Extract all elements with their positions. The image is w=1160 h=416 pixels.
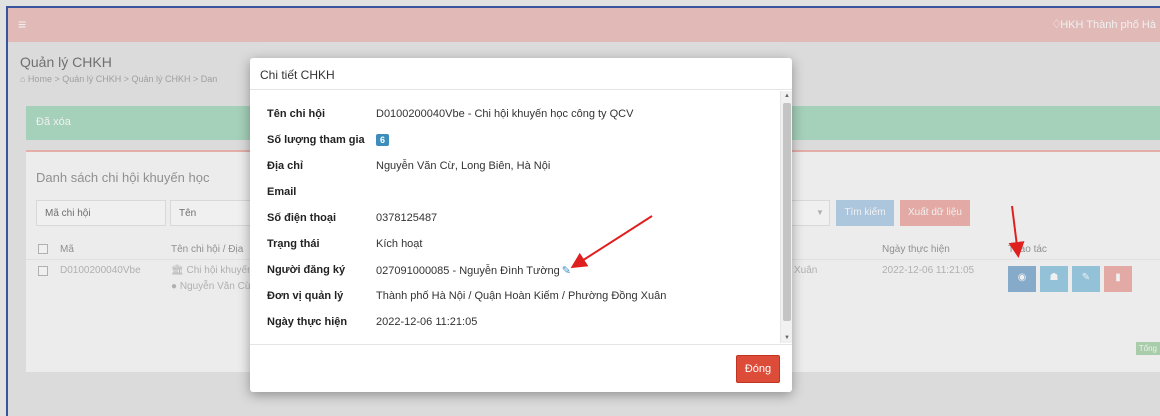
count-badge: 6 xyxy=(376,134,390,146)
scroll-up-icon[interactable]: ▲ xyxy=(784,93,790,99)
registrant-value: 027091000085 - Nguyễn Đình Tường xyxy=(376,265,560,277)
modal-title: Chi tiết CHKH xyxy=(250,58,792,90)
detail-modal: Chi tiết CHKH Tên chi hội D0100200040Vbe… xyxy=(250,58,792,392)
modal-body: Tên chi hội D0100200040Vbe - Chi hội khu… xyxy=(267,108,667,328)
close-button[interactable]: Đóng xyxy=(736,355,780,383)
modal-scrollbar[interactable]: ▲ ▼ xyxy=(780,91,792,343)
scroll-down-icon[interactable]: ▼ xyxy=(784,335,790,341)
modal-footer: Đóng xyxy=(250,344,792,392)
scroll-thumb[interactable] xyxy=(783,103,791,321)
edit-registrant-icon[interactable]: ✎ xyxy=(562,264,571,277)
